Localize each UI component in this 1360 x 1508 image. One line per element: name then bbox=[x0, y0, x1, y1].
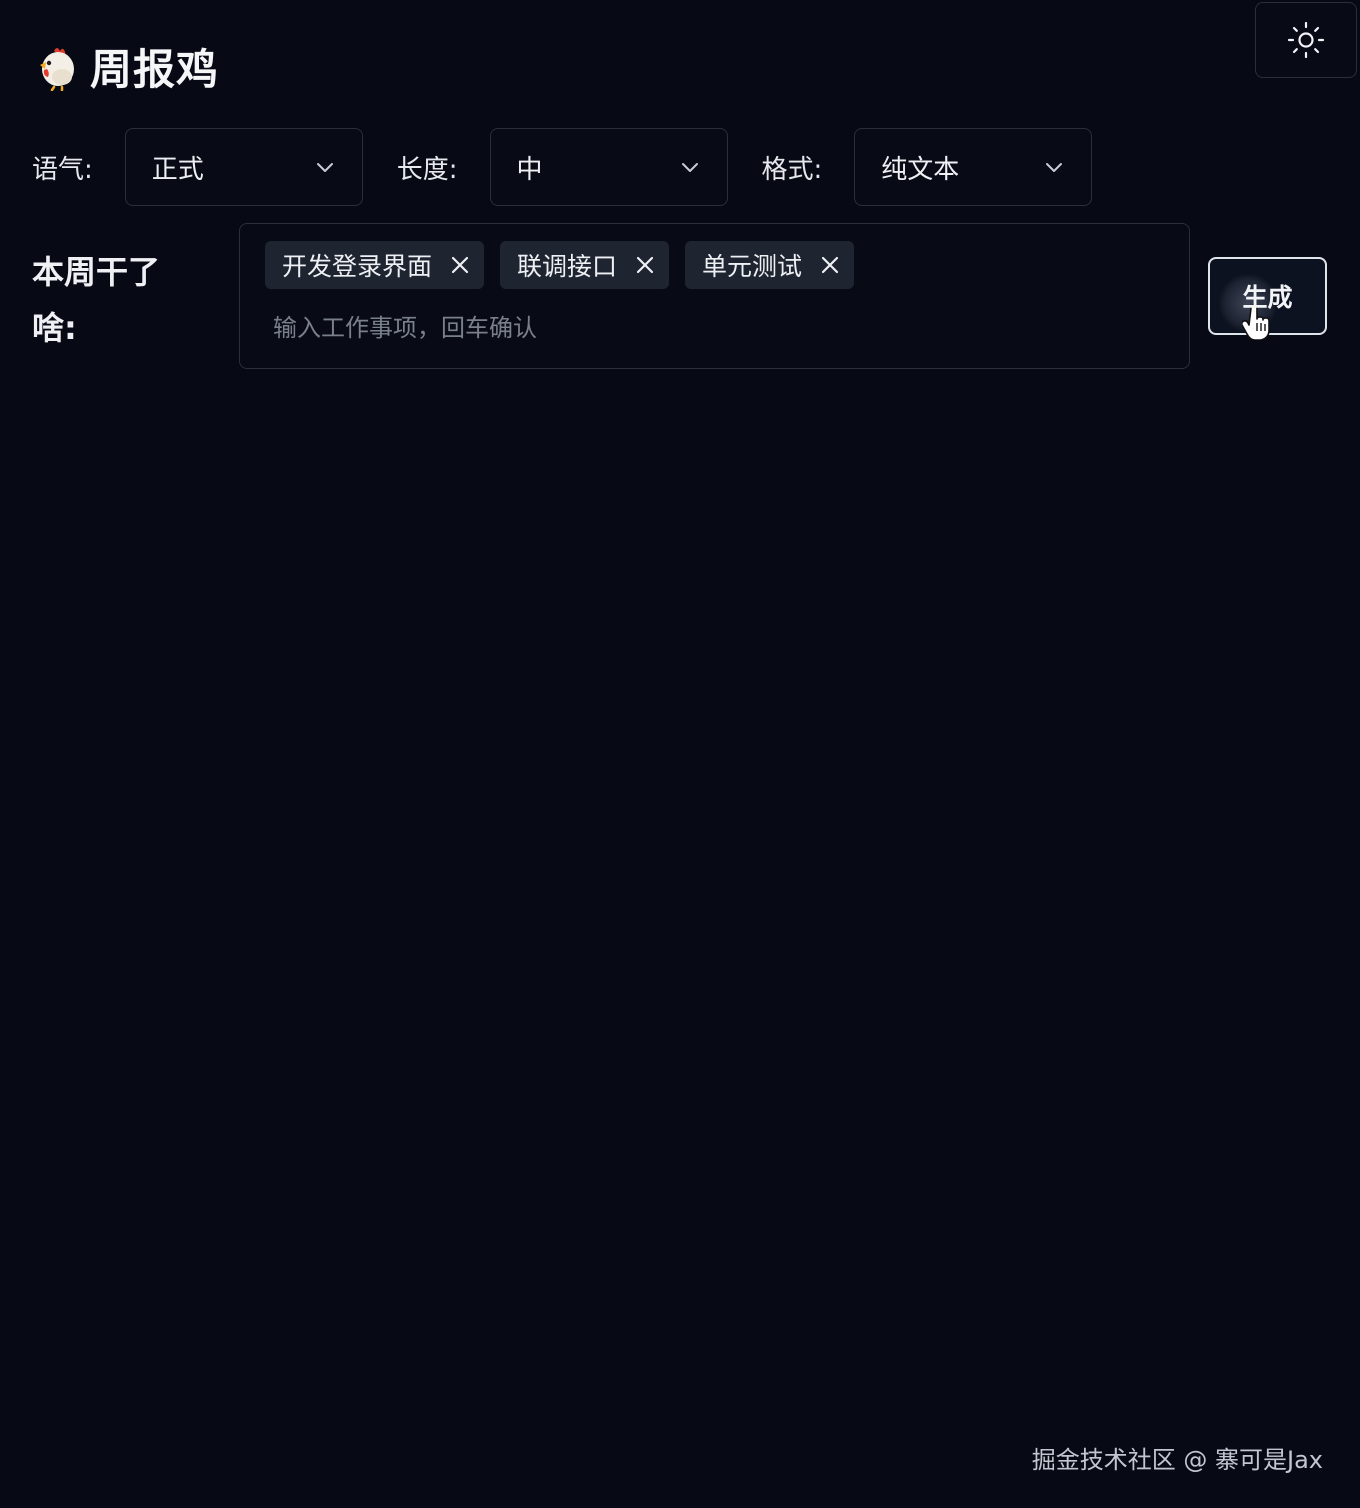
task-tag-label: 单元测试 bbox=[702, 252, 803, 281]
task-tags: 开发登录界面 联调接口 单元测试 bbox=[265, 241, 855, 289]
task-tag: 联调接口 bbox=[500, 241, 670, 289]
format-select-value: 纯文本 bbox=[881, 154, 960, 185]
task-tag: 单元测试 bbox=[685, 241, 855, 289]
chevron-down-icon bbox=[681, 163, 698, 172]
tone-label: 语气: bbox=[32, 154, 93, 185]
chevron-down-icon bbox=[1046, 163, 1063, 172]
watermark: 掘金技术社区 @ 寨可是Jax bbox=[1031, 1446, 1323, 1474]
theme-toggle-button[interactable] bbox=[1255, 2, 1357, 78]
app-title: 周报鸡 bbox=[90, 45, 220, 94]
task-tag-label: 开发登录界面 bbox=[282, 252, 433, 281]
task-tag-input-box[interactable]: 开发登录界面 联调接口 单元测试 bbox=[239, 223, 1190, 369]
close-icon[interactable] bbox=[450, 255, 470, 275]
task-tag-label: 联调接口 bbox=[517, 252, 618, 281]
task-input[interactable] bbox=[273, 308, 1153, 348]
length-select[interactable]: 中 bbox=[489, 128, 728, 206]
tasks-label: 本周干了啥: bbox=[32, 253, 161, 347]
generate-button-label: 生成 bbox=[1242, 283, 1293, 312]
app-header: 周报鸡 bbox=[32, 36, 219, 97]
format-label: 格式: bbox=[761, 154, 823, 185]
close-icon[interactable] bbox=[635, 255, 655, 275]
tone-select[interactable]: 正式 bbox=[124, 128, 363, 206]
tone-select-value: 正式 bbox=[151, 154, 204, 185]
task-tag: 开发登录界面 bbox=[265, 241, 485, 289]
format-select[interactable]: 纯文本 bbox=[854, 128, 1093, 206]
length-label: 长度: bbox=[396, 154, 458, 185]
close-icon[interactable] bbox=[820, 255, 840, 275]
chicken-icon bbox=[40, 47, 74, 91]
length-select-value: 中 bbox=[516, 154, 543, 185]
chevron-down-icon bbox=[316, 163, 333, 172]
sun-icon bbox=[1287, 21, 1325, 59]
options-row: 语气: 正式 长度: 中 格式: 纯文本 bbox=[32, 128, 1126, 206]
